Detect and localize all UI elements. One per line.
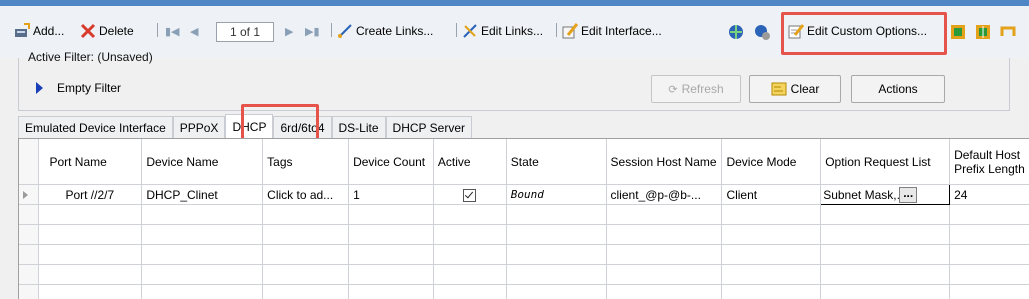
edit-links-button[interactable]: Edit Links... xyxy=(462,18,543,44)
table-row-empty xyxy=(19,205,1029,225)
cell-option-request-list[interactable]: Subnet Mask,...... xyxy=(821,185,950,205)
delete-button[interactable]: Delete xyxy=(80,18,134,44)
tab-dhcp-server[interactable]: DHCP Server xyxy=(386,116,472,139)
row-arrow-icon xyxy=(23,191,28,199)
ellipsis-button[interactable]: ... xyxy=(899,187,917,203)
cell-tags[interactable]: Click to ad... xyxy=(263,185,349,205)
cell-default-host-prefix-length[interactable]: 24 xyxy=(950,185,1029,205)
actions-button[interactable]: Actions xyxy=(851,75,945,103)
last-page-icon[interactable]: ▶▮ xyxy=(305,25,320,38)
refresh-button[interactable]: ⟳ Refresh xyxy=(651,75,741,103)
tab-pppox[interactable]: PPPoX xyxy=(173,116,226,139)
table-row-empty xyxy=(19,285,1029,299)
edit-interface-button[interactable]: Edit Interface... xyxy=(562,18,662,44)
import-icon[interactable] xyxy=(950,24,966,40)
active-checkbox[interactable] xyxy=(463,189,476,202)
row-header-corner xyxy=(19,139,39,185)
previous-page-icon[interactable]: ◀ xyxy=(190,25,198,38)
tab-emulated-device-interface[interactable]: Emulated Device Interface xyxy=(18,116,173,139)
cell-session-host-name[interactable]: client_@p-@b-... xyxy=(606,185,722,205)
link-icon xyxy=(337,23,353,39)
device-grid: Port Name Device Name Tags Device Count … xyxy=(18,138,1029,299)
toolbar-separator xyxy=(157,23,158,37)
device-table: Port Name Device Name Tags Device Count … xyxy=(19,139,1029,299)
edit-links-label: Edit Links... xyxy=(481,24,543,38)
next-page-icon[interactable]: ▶ xyxy=(285,25,293,38)
actions-label: Actions xyxy=(878,82,917,96)
cell-device-count[interactable]: 1 xyxy=(349,185,434,205)
edit-interface-label: Edit Interface... xyxy=(581,24,662,38)
edit-links-icon xyxy=(462,23,478,39)
add-label: Add... xyxy=(33,24,64,38)
expand-triangle-icon[interactable] xyxy=(36,82,43,94)
clear-label: Clear xyxy=(791,82,820,96)
column-header-active[interactable]: Active xyxy=(433,139,506,185)
option-request-list-value: Subnet Mask,... xyxy=(823,188,899,202)
column-header-tags[interactable]: Tags xyxy=(263,139,349,185)
row-selector[interactable] xyxy=(19,185,39,205)
delete-label: Delete xyxy=(99,24,134,38)
column-header-port-name[interactable]: Port Name xyxy=(39,139,142,185)
globe-gear-icon[interactable] xyxy=(753,23,771,41)
delete-x-icon xyxy=(80,23,96,39)
active-filter-label: Active Filter: (Unsaved) xyxy=(28,50,153,64)
column-header-option-request-list[interactable]: Option Request List xyxy=(821,139,950,185)
create-links-button[interactable]: Create Links... xyxy=(337,18,433,44)
refresh-label: Refresh xyxy=(682,82,724,96)
edit-interface-icon xyxy=(562,23,578,39)
column-header-session-host-name[interactable]: Session Host Name xyxy=(606,139,722,185)
column-header-default-host-prefix-length[interactable]: Default Host Prefix Length xyxy=(950,139,1029,185)
refresh-icon: ⟳ xyxy=(668,83,677,96)
column-header-device-name[interactable]: Device Name xyxy=(142,139,263,185)
table-row-empty xyxy=(19,245,1029,265)
cell-device-name[interactable]: DHCP_Clinet xyxy=(142,185,263,205)
add-device-icon xyxy=(14,23,30,39)
table-row-empty xyxy=(19,265,1029,285)
column-header-device-mode[interactable]: Device Mode xyxy=(722,139,821,185)
clear-icon xyxy=(771,82,787,96)
column-header-state[interactable]: State xyxy=(506,139,606,185)
globe-settings-icon[interactable] xyxy=(727,23,745,41)
create-links-label: Create Links... xyxy=(356,24,433,38)
toolbar-separator xyxy=(331,23,332,37)
toolbar-separator xyxy=(556,23,557,37)
add-button[interactable]: Add... xyxy=(14,18,64,44)
tab-ds-lite[interactable]: DS-Lite xyxy=(332,116,386,139)
cell-device-mode[interactable]: Client xyxy=(722,185,821,205)
first-page-icon[interactable]: ▮◀ xyxy=(165,25,180,38)
cell-state[interactable]: Bound xyxy=(506,185,606,205)
toolbar-separator xyxy=(456,23,457,37)
export-icon[interactable] xyxy=(975,24,991,40)
edit-custom-options-highlight xyxy=(781,12,947,55)
toolbar: Add... Delete ▮◀ ◀ 1 of 1 ▶ ▶▮ Create Li… xyxy=(0,6,1029,58)
cell-port-name[interactable]: Port //2/7 xyxy=(39,185,142,205)
table-row-empty xyxy=(19,225,1029,245)
page-indicator: 1 of 1 xyxy=(216,22,274,42)
empty-filter-label: Empty Filter xyxy=(57,81,121,95)
header-row: Port Name Device Name Tags Device Count … xyxy=(19,139,1029,185)
undo-icon[interactable] xyxy=(1000,24,1018,40)
clear-button[interactable]: Clear xyxy=(749,75,841,103)
table-row[interactable]: Port //2/7 DHCP_Clinet Click to ad... 1 … xyxy=(19,185,1029,205)
empty-filter-row[interactable]: Empty Filter xyxy=(36,81,121,95)
column-header-device-count[interactable]: Device Count xyxy=(349,139,434,185)
cell-active[interactable] xyxy=(433,185,506,205)
